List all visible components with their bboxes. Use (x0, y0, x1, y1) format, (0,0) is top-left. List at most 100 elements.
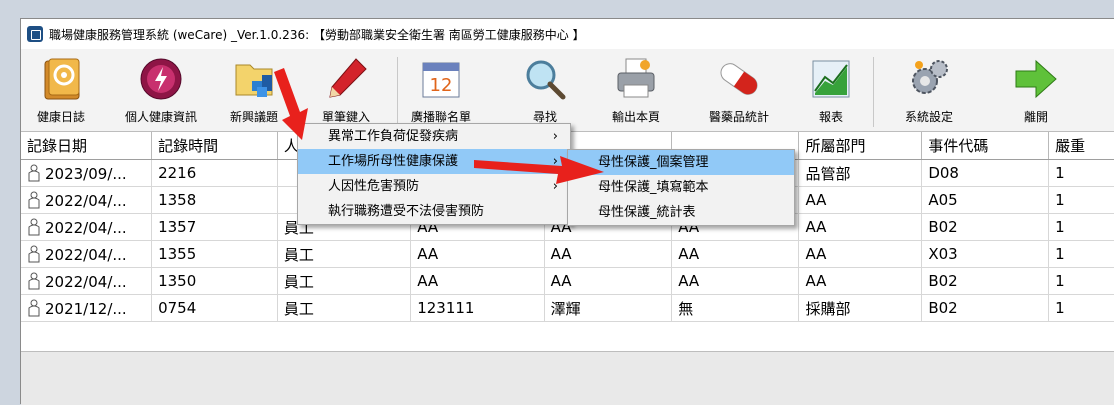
cell-value: 1355 (158, 245, 197, 263)
toolbar-label: 系統設定 (904, 110, 953, 124)
gear-icon (912, 60, 948, 94)
cell-value: AA (678, 245, 700, 263)
table-cell: 1355 (151, 240, 278, 268)
column-header[interactable]: 所屬部門 (798, 132, 923, 160)
menu-item-abnormal-workload[interactable]: 異常工作負荷促發疾病 › (298, 124, 570, 149)
cell-value: 澤輝 (550, 299, 581, 318)
cell-value: 1 (1055, 272, 1065, 290)
table-cell: 員工 (277, 294, 412, 322)
cell-value: A05 (928, 191, 958, 209)
cell-value: 0754 (158, 299, 197, 317)
submenu: 母性保護_個案管理 母性保護_填寫範本 母性保護_統計表 (567, 149, 795, 226)
column-header[interactable]: 事件代碼 (921, 132, 1050, 160)
table-cell: 品管部 (798, 159, 923, 187)
toolbar-label: 報表 (818, 110, 843, 124)
table-cell: 1 (1048, 267, 1114, 295)
context-menu: 異常工作負荷促發疾病 › 工作場所母性健康保護 › 人因性危害預防 › 執行職務… (297, 123, 571, 225)
person-icon (28, 299, 40, 316)
menu-item-label: 異常工作負荷促發疾病 (328, 129, 459, 144)
title-bar: 職場健康服務管理系統 (weCare) _Ver.1.0.236: 【勞動部職業… (21, 19, 1114, 49)
table-cell: 2022/04/... (21, 186, 153, 214)
column-header[interactable]: 記錄日期 (21, 132, 153, 160)
table-cell: D08 (921, 159, 1050, 187)
person-icon (28, 218, 40, 235)
table-cell: AA (671, 240, 800, 268)
table-cell: X03 (921, 240, 1050, 268)
cell-value: B02 (928, 299, 958, 317)
table-cell: 員工 (277, 240, 412, 268)
pill-icon (720, 63, 758, 95)
toolbar-emerging-issues-button[interactable]: 新興議題 (221, 49, 287, 131)
toolbar-report-button[interactable]: 報表 (801, 49, 861, 131)
toolbar-search-button[interactable]: 尋找 (515, 49, 575, 131)
table-cell: 1 (1048, 186, 1114, 214)
table-cell: 採購部 (798, 294, 923, 322)
table-cell: AA (671, 267, 800, 295)
cell-value: AA (678, 272, 700, 290)
toolbar-label: 輸出本頁 (611, 110, 660, 124)
cell-value: AA (550, 245, 572, 263)
cell-value: AA (550, 272, 572, 290)
table-cell: AA (798, 186, 923, 214)
toolbar-health-log-button[interactable]: 健康日誌 (31, 49, 91, 131)
table-cell: 2023/09/... (21, 159, 153, 187)
table-cell: AA (544, 240, 673, 268)
cell-value: 2021/12/... (45, 299, 127, 318)
table-cell: 2216 (151, 159, 278, 187)
table-cell: A05 (921, 186, 1050, 214)
table-cell: 2022/04/... (21, 240, 153, 268)
menu-item-label: 人因性危害預防 (328, 179, 420, 194)
table-cell: B02 (921, 294, 1050, 322)
exit-arrow-icon (1015, 59, 1057, 99)
chevron-right-icon: › (552, 179, 558, 194)
submenu-item-statistics[interactable]: 母性保護_統計表 (568, 200, 794, 225)
submenu-item-case-management[interactable]: 母性保護_個案管理 (568, 150, 794, 175)
cell-value: 123111 (417, 299, 475, 317)
table-cell: 無 (671, 294, 800, 322)
toolbar-system-settings-button[interactable]: 系統設定 (897, 49, 961, 131)
chevron-right-icon: › (552, 154, 558, 169)
submenu-item-template[interactable]: 母性保護_填寫範本 (568, 175, 794, 200)
app-logo-icon (27, 26, 43, 42)
table-cell: 1 (1048, 213, 1114, 241)
cell-value: 員工 (283, 299, 314, 318)
toolbar-print-page-button[interactable]: 輸出本頁 (601, 49, 671, 131)
menu-item-workplace-violence[interactable]: 執行職務遭受不法侵害預防 (298, 199, 570, 224)
cell-value: AA (805, 245, 827, 263)
calendar-icon: 12 (422, 62, 460, 98)
table-row[interactable]: 2021/12/... 0754 員工 123111 澤輝 無 採購部 B02 1 (21, 294, 1114, 322)
table-cell: 員工 (277, 267, 412, 295)
cell-value: AA (805, 218, 827, 236)
cell-value: 2022/04/... (45, 218, 127, 237)
empty-panel (21, 351, 1114, 405)
cell-value: B02 (928, 272, 958, 290)
cell-value: 2216 (158, 164, 197, 182)
cell-value: 員工 (283, 245, 314, 264)
toolbar-calendar-button[interactable]: 12 廣播聯名單 (405, 49, 477, 131)
window-title: 職場健康服務管理系統 (weCare) _Ver.1.0.236: 【勞動部職業… (49, 27, 585, 42)
menu-item-maternal-health[interactable]: 工作場所母性健康保護 › (298, 149, 570, 174)
column-header[interactable]: 嚴重 (1048, 132, 1114, 160)
toolbar-label: 醫藥品統計 (708, 110, 769, 124)
toolbar-personal-health-button[interactable]: 個人健康資訊 (113, 49, 209, 131)
cell-value: 1 (1055, 245, 1065, 263)
toolbar-exit-button[interactable]: 離開 (1011, 49, 1061, 131)
table-row[interactable]: 2022/04/... 1355 員工 AA AA AA AA X03 1 (21, 240, 1114, 268)
column-header[interactable]: 記錄時間 (151, 132, 278, 160)
chevron-right-icon: › (552, 129, 558, 144)
toolbar-single-entry-button[interactable]: 單筆鍵入 (311, 49, 381, 131)
table-cell: AA (798, 267, 923, 295)
table-cell: AA (544, 267, 673, 295)
toolbar-medicine-stats-button[interactable]: 醫藥品統計 (697, 49, 781, 131)
printer-icon (617, 58, 655, 98)
cell-value: 品管部 (805, 164, 851, 183)
cell-value: AA (805, 191, 827, 209)
toolbar-separator (873, 57, 874, 127)
menu-item-ergonomic-hazard[interactable]: 人因性危害預防 › (298, 174, 570, 199)
table-cell: AA (798, 240, 923, 268)
table-row[interactable]: 2022/04/... 1350 員工 AA AA AA AA B02 1 (21, 267, 1114, 295)
table-cell: 2021/12/... (21, 294, 153, 322)
cell-value: X03 (928, 245, 958, 263)
table-cell: AA (410, 267, 545, 295)
table-cell: 1 (1048, 240, 1114, 268)
